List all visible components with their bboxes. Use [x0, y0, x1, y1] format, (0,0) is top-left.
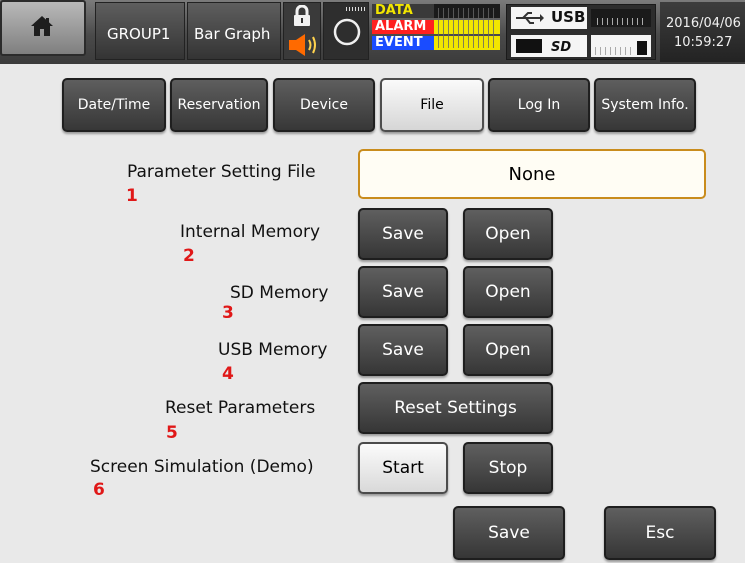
group-name: GROUP1	[107, 25, 171, 43]
usb-memory-open-button[interactable]: Open	[463, 324, 553, 376]
event-label: EVENT	[372, 36, 436, 50]
internal-memory-number: 2	[183, 246, 195, 266]
tab-reservation[interactable]: Reservation	[170, 78, 268, 132]
view-selector[interactable]: Bar Graph	[187, 2, 281, 60]
clock-panel: 2016/04/06 10:59:27	[660, 2, 745, 62]
usb-indicator: USB	[511, 7, 587, 29]
tab-file[interactable]: File	[380, 78, 484, 132]
tab-device[interactable]: Device	[273, 78, 375, 132]
param-file-label: Parameter Setting File	[127, 162, 316, 182]
usb-memory-label: USB Memory	[218, 340, 328, 360]
reset-parameters-number: 5	[166, 423, 178, 443]
home-icon	[31, 16, 53, 36]
internal-memory-open-button[interactable]: Open	[463, 208, 553, 260]
sd-memory-open-button[interactable]: Open	[463, 266, 553, 318]
date-display: 2016/04/06	[666, 16, 741, 31]
usb-meter	[591, 9, 651, 27]
param-file-field[interactable]: None	[358, 149, 706, 199]
sd-meter	[591, 35, 651, 57]
param-file-number: 1	[126, 186, 138, 206]
home-button[interactable]	[0, 0, 86, 56]
simulation-start-button[interactable]: Start	[358, 442, 448, 494]
internal-memory-save-button[interactable]: Save	[358, 208, 448, 260]
record-panel	[323, 2, 369, 60]
speaker-icon	[289, 34, 316, 56]
usb-label: USB	[551, 8, 586, 26]
screen-simulation-label: Screen Simulation (Demo)	[90, 457, 314, 477]
esc-button[interactable]: Esc	[604, 506, 716, 560]
record-ring-icon	[333, 18, 361, 46]
simulation-stop-button[interactable]: Stop	[463, 442, 553, 494]
tab-system-info[interactable]: System Info.	[594, 78, 696, 132]
status-bar: GROUP1 Bar Graph DATA ALARM EVENT USB SD…	[0, 0, 745, 64]
usb-memory-number: 4	[222, 364, 234, 384]
screen-simulation-number: 6	[93, 480, 105, 500]
time-display: 10:59:27	[674, 35, 733, 50]
sd-memory-label: SD Memory	[230, 283, 329, 303]
save-button[interactable]: Save	[453, 506, 565, 560]
tab-log-in[interactable]: Log In	[488, 78, 590, 132]
sd-indicator: SD	[511, 35, 587, 57]
sd-memory-number: 3	[222, 303, 234, 323]
internal-memory-label: Internal Memory	[180, 222, 321, 242]
view-name: Bar Graph	[194, 25, 271, 43]
lock-speaker-panel	[283, 2, 321, 60]
meter-ticks	[438, 8, 496, 48]
usb-memory-save-button[interactable]: Save	[358, 324, 448, 376]
group-selector[interactable]: GROUP1	[95, 2, 185, 60]
storage-panel: USB SD	[506, 4, 656, 60]
svg-text:SD: SD	[551, 40, 571, 54]
sd-memory-save-button[interactable]: Save	[358, 266, 448, 318]
tab-date-time[interactable]: Date/Time	[62, 78, 166, 132]
sd-card-icon: SD	[516, 39, 571, 54]
lock-icon	[294, 5, 310, 26]
reset-settings-button[interactable]: Reset Settings	[358, 382, 553, 434]
alarm-label: ALARM	[372, 20, 436, 34]
settings-screen: GROUP1 Bar Graph DATA ALARM EVENT USB SD…	[0, 0, 745, 563]
usb-icon	[516, 12, 544, 24]
reset-parameters-label: Reset Parameters	[165, 398, 316, 418]
data-label: DATA	[372, 4, 436, 18]
